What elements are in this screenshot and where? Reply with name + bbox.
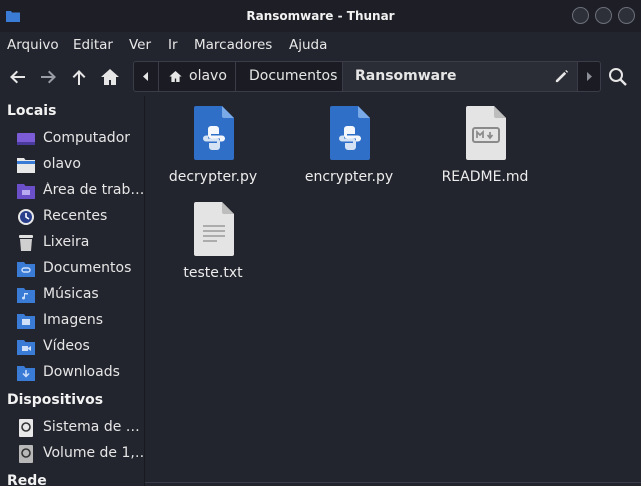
python-file-icon (194, 106, 234, 160)
downloads-folder-icon (17, 366, 35, 381)
file-item[interactable]: decrypter.py (148, 96, 278, 186)
crumb-label: Documentos (249, 68, 338, 84)
videos-folder-icon (17, 340, 35, 355)
text-file-icon (194, 202, 234, 256)
sidebar-item-label: Sistema de … (43, 419, 140, 435)
section-rede: Rede (7, 473, 47, 486)
sidebar-item-area-de-trabalho[interactable]: Área de trab… (0, 178, 144, 204)
pencil-icon[interactable] (554, 69, 569, 84)
pictures-folder-icon (17, 314, 35, 329)
drive-icon (19, 445, 33, 463)
menu-editar[interactable]: Editar (73, 37, 113, 53)
arrow-up-icon[interactable] (68, 66, 90, 88)
crumb-ransomware[interactable]: Ransomware (343, 62, 457, 91)
sidebar-item-label: Lixeira (43, 234, 90, 250)
window-title: Ransomware - Thunar (246, 9, 395, 23)
sidebar-item-label: Computador (43, 130, 131, 146)
search-icon[interactable] (607, 66, 629, 88)
section-dispositivos: Dispositivos (7, 392, 104, 408)
menu-ir[interactable]: Ir (168, 37, 178, 53)
menu-bar: Arquivo Editar Ver Ir Marcadores Ajuda (0, 32, 641, 58)
title-bar: Ransomware - Thunar (0, 0, 641, 32)
home-icon (169, 71, 182, 82)
trash-icon (19, 235, 33, 251)
file-name: teste.txt (183, 265, 243, 281)
sidebar-item-label: Vídeos (43, 338, 90, 354)
menu-arquivo[interactable]: Arquivo (7, 37, 59, 53)
file-view: decrypter.py encrypter.py README.md test… (145, 96, 641, 486)
sidebar-item-label: Área de trab… (43, 182, 143, 198)
statusbar-divider (145, 482, 641, 483)
sidebar-item-imagens[interactable]: Imagens (0, 308, 144, 334)
arrow-right-icon[interactable] (37, 66, 59, 88)
recent-icon (18, 209, 34, 225)
sidebar: Locais Computador olavo Área de trab… Re… (0, 96, 144, 486)
sidebar-item-sistema[interactable]: Sistema de … (0, 415, 144, 441)
menu-ajuda[interactable]: Ajuda (289, 37, 327, 53)
file-name: encrypter.py (304, 169, 394, 185)
file-item[interactable]: teste.txt (148, 192, 278, 282)
sidebar-item-musicas[interactable]: Músicas (0, 282, 144, 308)
sidebar-item-volume[interactable]: Volume de 1,… (0, 441, 144, 467)
sidebar-item-label: Recentes (43, 208, 108, 224)
file-item[interactable]: README.md (420, 96, 550, 186)
documents-folder-icon (17, 262, 35, 277)
crumb-olavo[interactable]: olavo (159, 62, 234, 91)
sidebar-item-videos[interactable]: Vídeos (0, 334, 144, 360)
crumb-label: olavo (189, 68, 227, 84)
path-edit-area[interactable] (457, 62, 577, 91)
computer-icon (17, 133, 35, 145)
crumb-documentos[interactable]: Documentos (236, 62, 342, 91)
menu-ver[interactable]: Ver (129, 37, 151, 53)
section-locais: Locais (7, 103, 57, 119)
chevron-left-icon (143, 72, 148, 81)
chevron-right-icon (587, 72, 592, 81)
sidebar-item-label: Volume de 1,… (43, 445, 143, 461)
markdown-file-icon (466, 106, 506, 160)
scroll-left-button[interactable] (134, 62, 158, 91)
sidebar-item-label: Músicas (43, 286, 99, 302)
menu-marcadores[interactable]: Marcadores (194, 37, 272, 53)
crumb-label: Ransomware (355, 68, 457, 84)
sidebar-item-label: Downloads (43, 364, 120, 380)
sidebar-item-olavo[interactable]: olavo (0, 152, 144, 178)
desktop-folder-icon (17, 184, 35, 199)
music-folder-icon (17, 288, 35, 303)
home-folder-icon (17, 158, 35, 173)
sidebar-item-recentes[interactable]: Recentes (0, 204, 144, 230)
scroll-right-button[interactable] (578, 62, 600, 91)
python-file-icon (330, 106, 370, 160)
home-icon[interactable] (99, 66, 121, 88)
sidebar-item-documentos[interactable]: Documentos (0, 256, 144, 282)
thunar-window: Ransomware - Thunar Arquivo Editar Ver I… (0, 0, 641, 486)
file-name: decrypter.py (168, 169, 258, 185)
file-item[interactable]: encrypter.py (284, 96, 414, 186)
sidebar-item-label: Imagens (43, 312, 104, 328)
location-bar: olavo Documentos Ransomware (133, 61, 601, 92)
drive-icon (19, 419, 33, 437)
arrow-left-icon[interactable] (7, 66, 29, 88)
maximize-button[interactable] (595, 7, 612, 24)
sidebar-item-computador[interactable]: Computador (0, 126, 144, 152)
close-button[interactable] (618, 7, 635, 24)
sidebar-item-downloads[interactable]: Downloads (0, 360, 144, 386)
sidebar-item-label: Documentos (43, 260, 132, 276)
minimize-button[interactable] (572, 7, 589, 24)
sidebar-item-label: olavo (43, 156, 81, 172)
file-name: README.md (441, 169, 529, 185)
sidebar-item-lixeira[interactable]: Lixeira (0, 230, 144, 256)
